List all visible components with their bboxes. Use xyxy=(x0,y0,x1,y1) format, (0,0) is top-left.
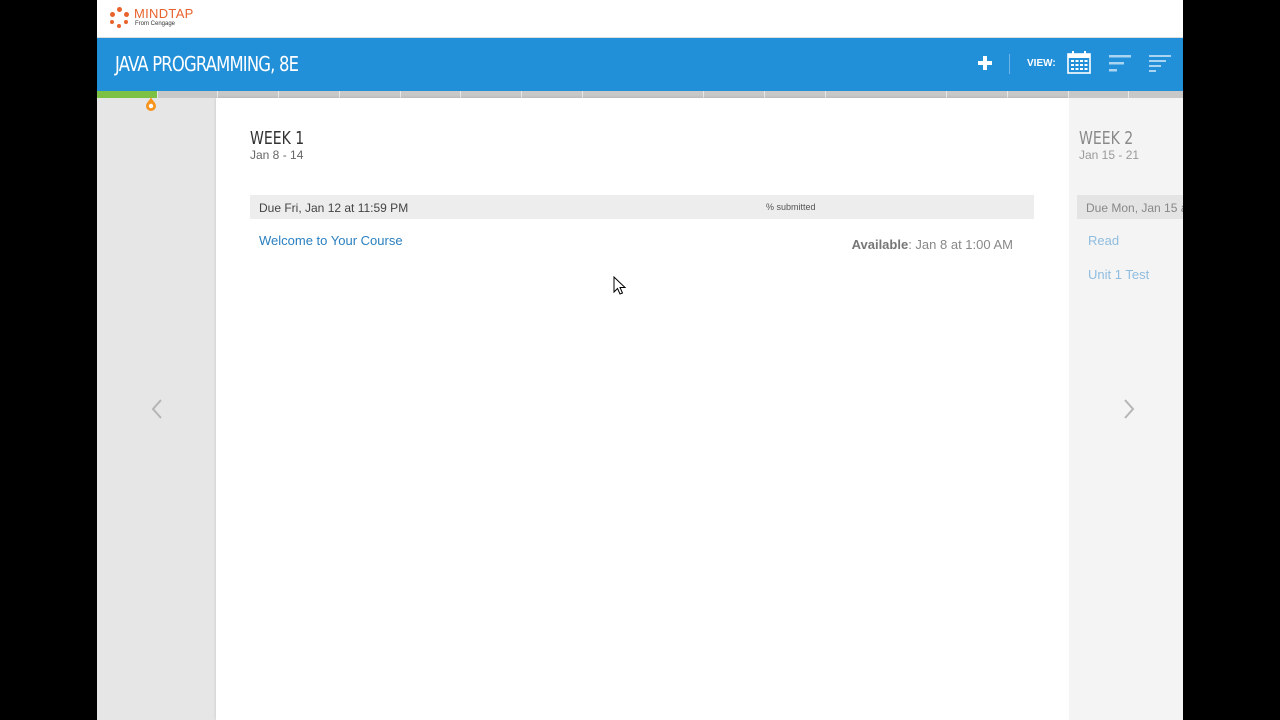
course-header: JAVA PROGRAMMING, 8E VIEW: xyxy=(97,38,1183,91)
week-dates: Jan 15 - 21 xyxy=(1079,148,1140,162)
current-date-marker-icon xyxy=(146,96,156,111)
mouse-pointer-icon xyxy=(613,276,627,295)
calendar-icon xyxy=(1067,51,1091,74)
calendar-view-button[interactable] xyxy=(1067,50,1091,74)
week-dates: Jan 8 - 14 xyxy=(250,148,304,162)
course-timeline[interactable] xyxy=(97,91,1183,98)
due-date-bar: Due Mon, Jan 15 at xyxy=(1077,195,1183,219)
add-button[interactable] xyxy=(975,52,995,74)
course-title: JAVA PROGRAMMING, 8E xyxy=(115,52,299,76)
brand-subtitle: From Cengage xyxy=(135,21,176,27)
previous-week-button[interactable] xyxy=(147,396,167,422)
brand-name: MINDTAP xyxy=(134,6,194,21)
available-value: : Jan 8 at 1:00 AM xyxy=(908,237,1013,252)
compact-list-icon xyxy=(1149,55,1171,72)
list-view-icon xyxy=(1109,55,1131,72)
week-title: WEEK 1 xyxy=(250,128,305,149)
plus-icon xyxy=(978,56,992,70)
view-label: VIEW: xyxy=(1027,58,1056,69)
top-bar: MINDTAP From Cengage xyxy=(97,0,1183,38)
due-date-text: Due Mon, Jan 15 at xyxy=(1086,201,1183,215)
week-title: WEEK 2 xyxy=(1079,128,1134,149)
activity-link-unit-1-test[interactable]: Unit 1 Test xyxy=(1088,267,1149,282)
mindtap-app: MINDTAP From Cengage JAVA PROGRAMMING, 8… xyxy=(97,0,1183,720)
due-date-bar: Due Fri, Jan 12 at 11:59 PM % submitted xyxy=(250,195,1034,219)
submitted-column-label: % submitted xyxy=(766,202,816,212)
next-week-button[interactable] xyxy=(1119,396,1139,422)
list-view-button[interactable] xyxy=(1108,54,1132,74)
header-divider xyxy=(1009,54,1010,74)
mindtap-logo-icon xyxy=(109,7,131,29)
chevron-left-icon xyxy=(151,399,162,419)
week-1-card: WEEK 1 Jan 8 - 14 Due Fri, Jan 12 at 11:… xyxy=(216,98,1069,720)
due-date-text: Due Fri, Jan 12 at 11:59 PM xyxy=(259,201,409,215)
available-label: Available xyxy=(851,237,909,252)
compact-view-button[interactable] xyxy=(1148,54,1172,74)
activity-link-read[interactable]: Read xyxy=(1088,233,1119,248)
mindtap-logo[interactable]: MINDTAP From Cengage xyxy=(109,7,194,29)
availability-text: Available: Jan 8 at 1:00 AM xyxy=(852,237,1013,252)
chevron-right-icon xyxy=(1124,399,1135,419)
activity-link-welcome[interactable]: Welcome to Your Course xyxy=(259,233,403,248)
